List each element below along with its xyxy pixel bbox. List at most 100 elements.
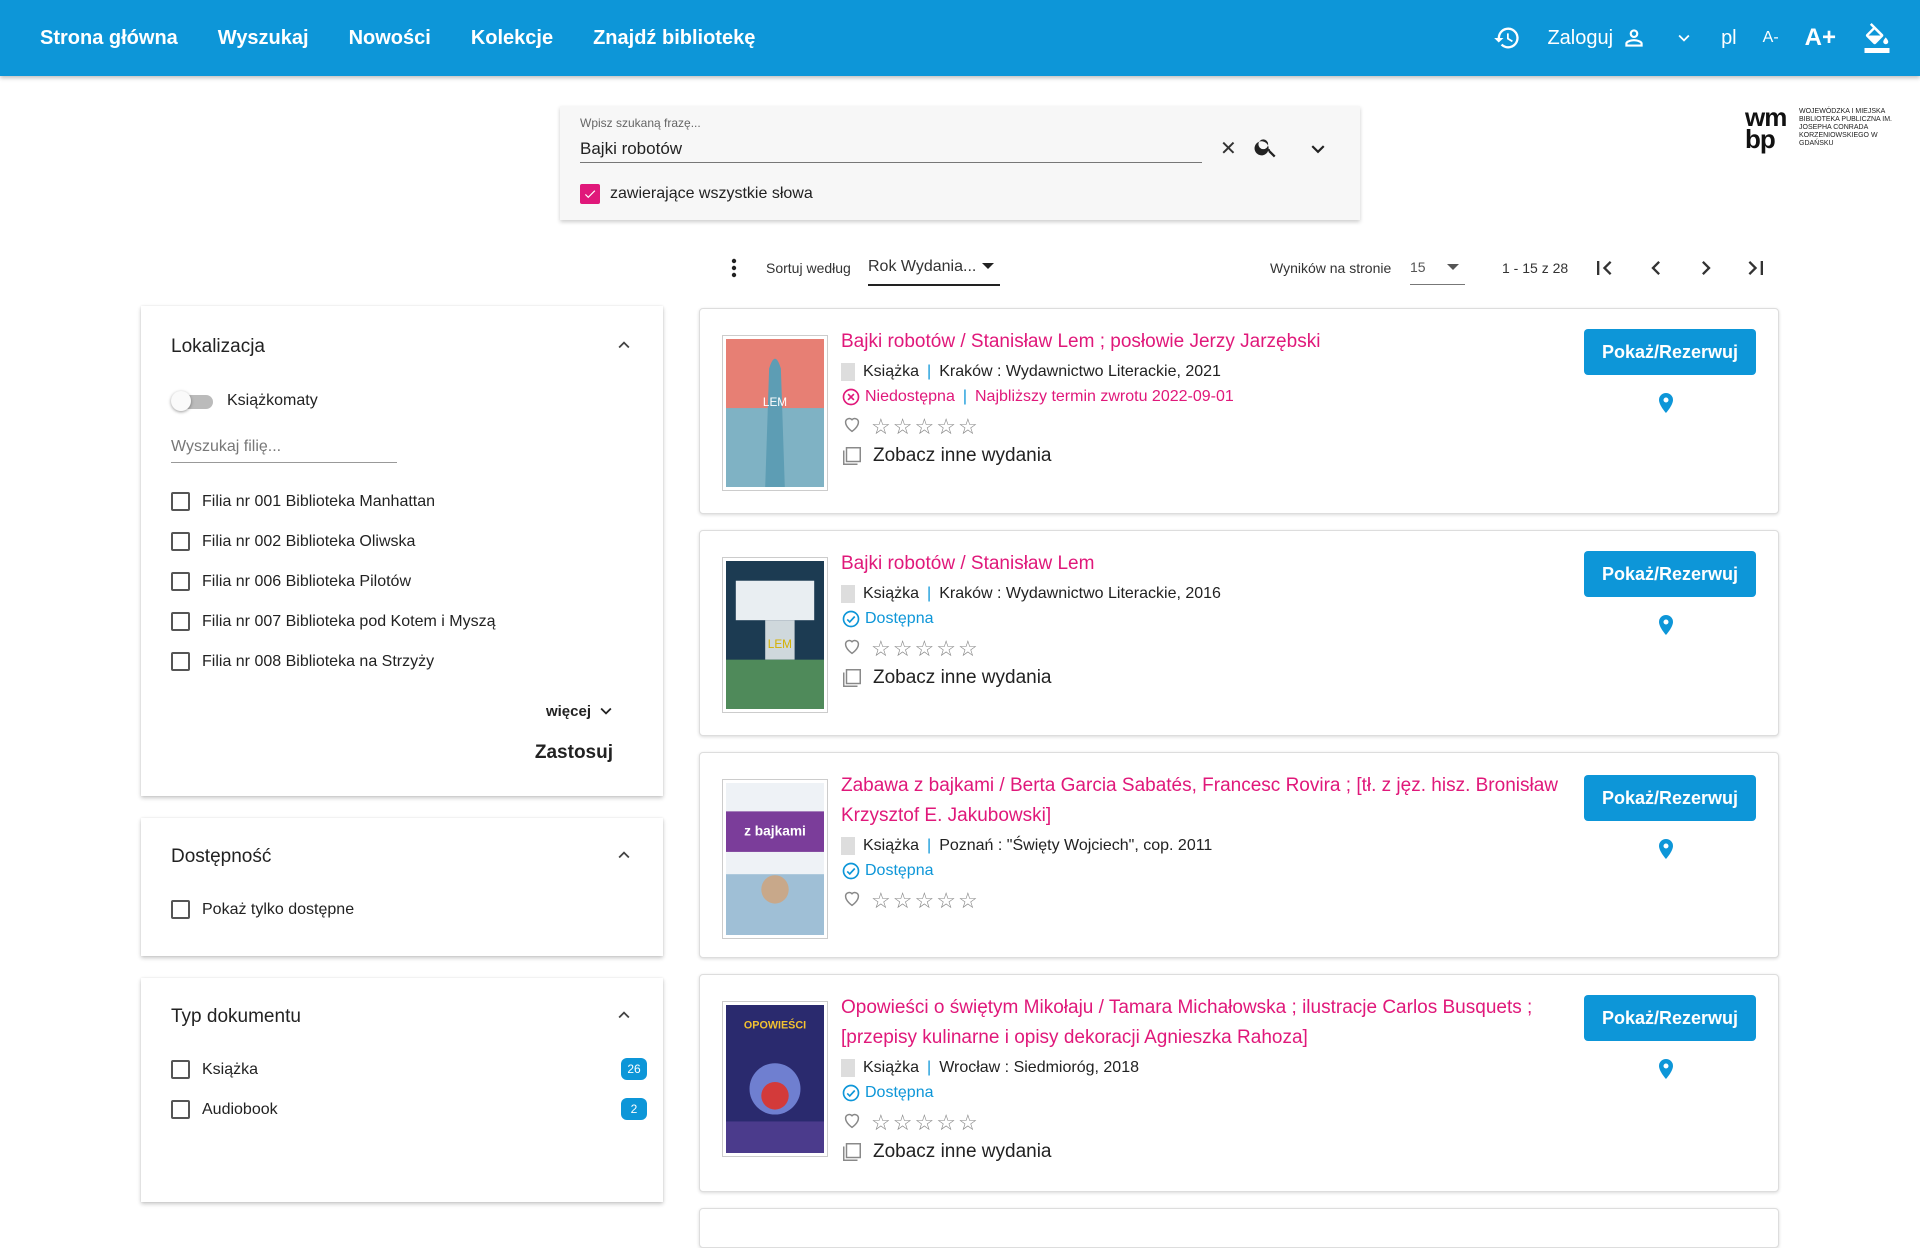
branch-checkbox[interactable]: Filia nr 002 Biblioteka Oliwska [171,532,415,551]
paint-bucket-icon[interactable] [1862,23,1892,53]
heart-icon[interactable] [841,1109,863,1136]
per-page-label: Wyników na stronie [1270,260,1392,276]
font-smaller-button[interactable]: A- [1763,29,1779,47]
pin-icon[interactable] [1654,835,1678,868]
star-icon[interactable]: ☆ [871,1111,891,1134]
branch-search-input[interactable]: Wyszukaj filię... [171,438,397,463]
first-page-icon[interactable] [1590,254,1618,285]
pin-icon[interactable] [1654,389,1678,422]
rating-row: ☆ ☆ ☆ ☆ ☆ [841,887,978,914]
branch-checkbox[interactable]: Filia nr 008 Biblioteka na Strzyży [171,652,434,671]
rating-row: ☆ ☆ ☆ ☆ ☆ [841,635,978,662]
heart-icon[interactable] [841,635,863,662]
font-larger-button[interactable]: A+ [1805,24,1836,52]
available-only-checkbox[interactable]: Pokaż tylko dostępne [171,900,354,919]
book-cover[interactable]: LEM [722,557,828,713]
star-icon[interactable]: ☆ [958,1111,978,1134]
chevron-up-icon[interactable] [613,334,635,361]
star-icon[interactable]: ☆ [893,889,913,912]
book-icon [841,363,855,381]
result-meta: Książka | Poznań : "Święty Wojciech", co… [841,837,1212,855]
heart-icon[interactable] [841,887,863,914]
star-icon[interactable]: ☆ [936,889,956,912]
star-icon[interactable]: ☆ [871,415,891,438]
result-title[interactable]: Bajki robotów / Stanisław Lem [841,549,1591,579]
show-reserve-button[interactable]: Pokaż/Rezerwuj [1584,551,1756,597]
kebab-icon[interactable] [722,256,746,283]
nav-search[interactable]: Wyszukaj [218,27,309,50]
history-icon[interactable] [1493,24,1521,52]
star-icon[interactable]: ☆ [936,415,956,438]
dropdown-arrow-icon [982,263,994,269]
count-badge: 2 [621,1098,647,1120]
star-icon[interactable]: ☆ [914,637,934,660]
nav-collections[interactable]: Kolekcje [471,27,553,50]
apply-filter-button[interactable]: Zastosuj [535,742,613,764]
star-icon[interactable]: ☆ [893,1111,913,1134]
checkbox-icon [171,532,190,551]
svg-text:LEM: LEM [768,637,792,651]
book-cover[interactable]: z bajkami [722,779,828,939]
nav-find-library[interactable]: Znajdź bibliotekę [593,27,755,50]
checkbox-icon [171,652,190,671]
book-cover[interactable]: LEM [722,335,828,491]
show-reserve-button[interactable]: Pokaż/Rezerwuj [1584,775,1756,821]
show-reserve-button[interactable]: Pokaż/Rezerwuj [1584,995,1756,1041]
search-icon[interactable] [1253,134,1279,165]
next-page-icon[interactable] [1692,254,1720,285]
main-nav: Strona główna Wyszukaj Nowości Kolekcje … [40,27,795,50]
result-title[interactable]: Bajki robotów / Stanisław Lem ; posłowie… [841,327,1591,357]
result-title[interactable]: Opowieści o świętym Mikołaju / Tamara Mi… [841,993,1591,1053]
book-cover[interactable]: OPOWIEŚCI [722,1001,828,1157]
book-icon [841,585,855,603]
last-page-icon[interactable] [1742,254,1770,285]
pin-icon[interactable] [1654,1055,1678,1088]
chevron-up-icon[interactable] [613,844,635,871]
branch-checkbox[interactable]: Filia nr 006 Biblioteka Pilotów [171,572,411,591]
star-icon[interactable]: ☆ [936,1111,956,1134]
heart-icon[interactable] [841,413,863,440]
per-page-select[interactable]: 15 [1410,259,1465,285]
search-input[interactable]: Bajki robotów [580,139,682,159]
close-icon[interactable]: ✕ [1220,136,1237,161]
doctype-checkbox-audiobook[interactable]: Audiobook [171,1100,278,1119]
nav-home[interactable]: Strona główna [40,27,178,50]
star-icon[interactable]: ☆ [871,889,891,912]
result-title[interactable]: Zabawa z bajkami / Berta Garcia Sabatés,… [841,771,1591,831]
prev-page-icon[interactable] [1642,254,1670,285]
star-icon[interactable]: ☆ [871,637,891,660]
nav-news[interactable]: Nowości [349,27,431,50]
star-icon[interactable]: ☆ [914,1111,934,1134]
available-icon [842,862,860,880]
star-icon[interactable]: ☆ [914,415,934,438]
login-button[interactable]: Zaloguj [1547,25,1647,51]
other-editions-link[interactable]: Zobacz inne wydania [841,667,1052,689]
star-icon[interactable]: ☆ [958,415,978,438]
all-words-checkbox[interactable]: zawierające wszystkie słowa [580,184,813,204]
star-icon[interactable]: ☆ [936,637,956,660]
branch-checkbox[interactable]: Filia nr 001 Biblioteka Manhattan [171,492,435,511]
doctype-checkbox-book[interactable]: Książka [171,1060,258,1079]
kiosk-toggle[interactable]: Książkomaty [171,390,318,412]
pin-icon[interactable] [1654,611,1678,644]
star-icon[interactable]: ☆ [893,637,913,660]
other-editions-link[interactable]: Zobacz inne wydania [841,445,1052,467]
svg-text:LEM: LEM [763,395,787,409]
sort-select[interactable]: Rok Wydania... [868,258,1000,286]
more-branches-button[interactable]: więcej [546,700,617,722]
chevron-down-icon[interactable] [1673,27,1695,49]
show-reserve-button[interactable]: Pokaż/Rezerwuj [1584,329,1756,375]
language-switch[interactable]: pl [1721,27,1737,50]
filter-doctype-title: Typ dokumentu [171,1006,301,1027]
star-icon[interactable]: ☆ [893,415,913,438]
library-logo[interactable]: wm bp WOJEWÓDZKA I MIEJSKA BIBLIOTEKA PU… [1745,104,1899,152]
other-editions-link[interactable]: Zobacz inne wydania [841,1141,1052,1163]
chevron-down-icon[interactable] [1305,136,1331,167]
available-icon [842,610,860,628]
branch-checkbox[interactable]: Filia nr 007 Biblioteka pod Kotem i Mysz… [171,612,495,631]
star-icon[interactable]: ☆ [958,889,978,912]
chevron-up-icon[interactable] [613,1004,635,1031]
star-icon[interactable]: ☆ [958,637,978,660]
star-icon[interactable]: ☆ [914,889,934,912]
filter-availability-panel: Dostępność Pokaż tylko dostępne [141,818,663,956]
